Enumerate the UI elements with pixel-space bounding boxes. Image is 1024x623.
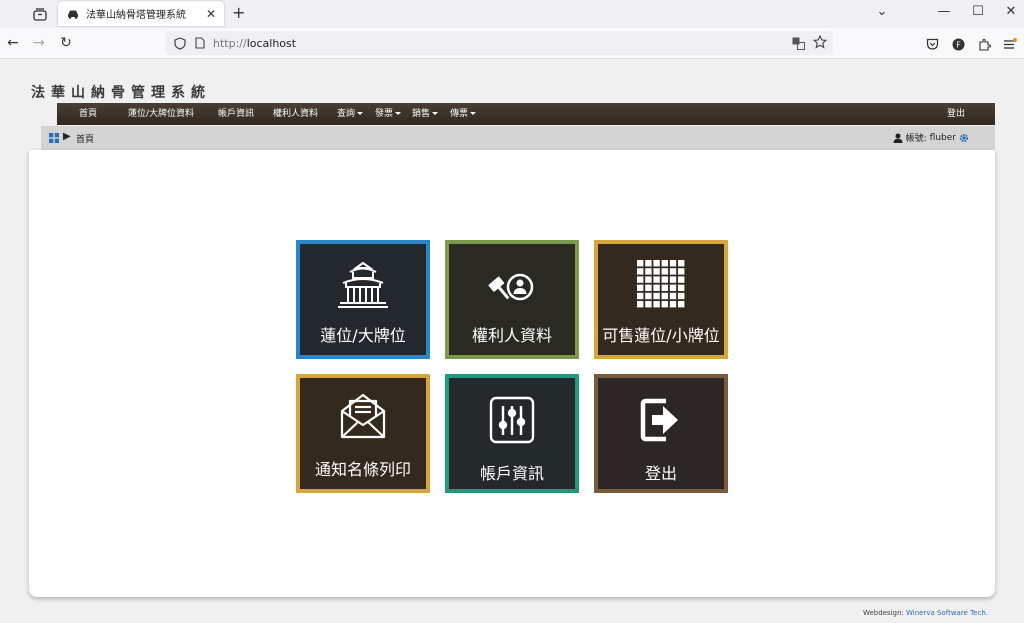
tile-label: 帳戶資訊	[479, 464, 544, 483]
main-menu-bar: 首頁 蓮位/大牌位資料 帳戶資訊 權利人資料 查詢 發票 銷售 傳票 登出	[57, 103, 995, 125]
tile-account-info[interactable]: 帳戶資訊	[445, 374, 579, 493]
menu-item-label: 首頁	[79, 109, 98, 119]
temple-icon	[300, 260, 426, 310]
car-favicon-icon	[68, 10, 78, 19]
dashboard-grid-icon[interactable]	[49, 133, 59, 143]
url-protocol: http://	[213, 36, 247, 50]
menu-item-label: 帳戶資訊	[218, 109, 255, 119]
caret-down-icon	[470, 112, 477, 115]
footer-credit: Webdesign: Winerva Software Tech.	[863, 609, 988, 617]
menu-hamburger-icon[interactable]	[1002, 36, 1018, 52]
menu-logout-link[interactable]: 登出	[947, 103, 965, 125]
maximize-button[interactable]: ☐	[968, 4, 988, 19]
tile-logout[interactable]: 登出	[594, 374, 728, 493]
account-label: 帳號:	[905, 134, 927, 144]
url-bar[interactable]: http:// localhost	[165, 31, 833, 55]
account-avatar-icon[interactable]: F	[950, 36, 966, 52]
tile-label: 通知名條列印	[314, 460, 411, 479]
grid-icon	[598, 259, 724, 309]
site-title: 法華山納骨管理系統	[31, 85, 211, 101]
envelope-letter-icon	[300, 391, 426, 441]
page-icon[interactable]	[193, 36, 207, 50]
menu-item-label: 蓮位/大牌位資料	[128, 109, 195, 119]
tab-close-icon[interactable]: ✕	[206, 7, 216, 21]
menu-item-label: 發票	[375, 109, 394, 119]
tile-owner-data[interactable]: 權利人資料	[445, 240, 579, 359]
menu-item-account-info[interactable]: 帳戶資訊	[218, 103, 254, 125]
minimize-button[interactable]: —	[934, 4, 954, 19]
tile-label: 蓮位/大牌位	[320, 326, 406, 345]
extensions-icon[interactable]	[976, 36, 992, 52]
tab-list-icon[interactable]	[30, 4, 50, 24]
tile-label: 權利人資料	[471, 326, 552, 345]
caret-down-icon	[395, 112, 402, 115]
reload-icon[interactable]: ↻	[57, 35, 75, 51]
browser-tab-bar: 法華山納骨塔管理系統 ✕ + ⌄ — ☐ ✕	[0, 0, 1024, 28]
shield-icon[interactable]	[173, 36, 187, 50]
tile-label: 登出	[644, 464, 677, 483]
logout-icon	[598, 395, 724, 445]
user-icon	[893, 133, 903, 143]
breadcrumb-separator-icon: ▶	[63, 131, 71, 142]
new-tab-button[interactable]: +	[232, 3, 245, 22]
menu-item-label: 傳票	[450, 109, 469, 119]
menu-item-sales[interactable]: 銷售	[412, 103, 439, 125]
menu-item-label: 銷售	[412, 109, 431, 119]
browser-tab[interactable]: 法華山納骨塔管理系統 ✕	[58, 1, 224, 26]
gear-icon[interactable]	[959, 133, 969, 143]
close-window-button[interactable]: ✕	[1001, 4, 1021, 19]
account-username: fluber	[929, 132, 956, 143]
menu-item-label: 查詢	[337, 109, 356, 119]
back-arrow-icon[interactable]: ←	[4, 35, 22, 51]
translate-icon[interactable]	[791, 36, 805, 50]
menu-item-invoice[interactable]: 發票	[375, 103, 402, 125]
breadcrumb-current: 首頁	[76, 135, 95, 145]
tile-notice-print[interactable]: 通知名條列印	[296, 374, 430, 493]
tile-available-niches[interactable]: 可售蓮位/小牌位	[594, 240, 728, 359]
svg-text:F: F	[956, 40, 961, 49]
url-host: localhost	[246, 36, 297, 50]
footer-link[interactable]: Winerva Software Tech.	[906, 609, 988, 617]
menu-item-label: 權利人資料	[273, 109, 319, 119]
caret-down-icon	[357, 112, 364, 115]
pocket-icon[interactable]	[924, 36, 940, 52]
tab-title: 法華山納骨塔管理系統	[86, 10, 186, 21]
menu-item-home[interactable]: 首頁	[79, 103, 97, 125]
menu-item-owner-data[interactable]: 權利人資料	[273, 103, 318, 125]
tab-overflow-icon[interactable]: ⌄	[872, 4, 892, 19]
account-info: 帳號: fluber	[893, 131, 969, 144]
browser-nav-bar: ← → ↻ http:// localhost F	[0, 28, 1024, 59]
tile-label: 可售蓮位/小牌位	[602, 326, 720, 345]
owner-gavel-icon	[449, 270, 575, 304]
menu-item-query[interactable]: 查詢	[337, 103, 364, 125]
menu-item-niche-data[interactable]: 蓮位/大牌位資料	[128, 103, 194, 125]
bookmark-star-icon[interactable]	[813, 35, 827, 49]
footer-prefix: Webdesign:	[862, 609, 904, 617]
sliders-icon	[449, 395, 575, 445]
tile-niche-large-tablet[interactable]: 蓮位/大牌位	[296, 240, 430, 359]
menu-item-voucher[interactable]: 傳票	[450, 103, 477, 125]
forward-arrow-icon[interactable]: →	[30, 35, 48, 51]
caret-down-icon	[432, 112, 439, 115]
breadcrumb: ▶ 首頁 帳號: fluber	[41, 126, 995, 150]
